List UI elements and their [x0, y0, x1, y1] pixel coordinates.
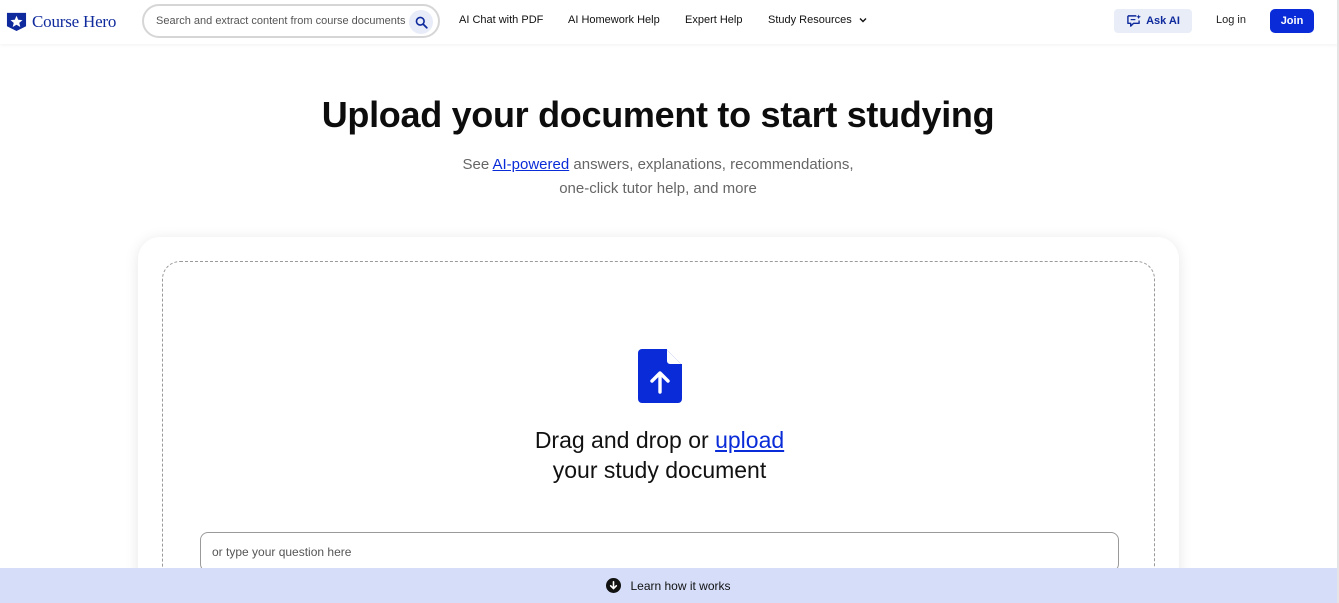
login-link[interactable]: Log in [1216, 14, 1246, 26]
logo-text: Course Hero [32, 11, 117, 31]
learn-how-it-works-bar[interactable]: Learn how it works [0, 568, 1337, 603]
ai-powered-link[interactable]: AI-powered [493, 156, 570, 173]
search-button[interactable] [409, 10, 433, 34]
drag-prefix: Drag and drop or [534, 427, 716, 453]
upload-dropzone[interactable]: Drag and drop or upload your study docum… [162, 261, 1155, 603]
ask-ai-label: Ask AI [1146, 15, 1180, 27]
subtitle-line2: one-click tutor help, and more [559, 180, 757, 197]
subtitle-prefix: See [462, 156, 493, 173]
document-upload-icon [638, 349, 682, 403]
nav-ai-chat-with-pdf[interactable]: AI Chat with PDF [459, 14, 543, 26]
subtitle-rest: answers, explanations, recommendations, [569, 156, 854, 173]
search-input[interactable] [156, 15, 406, 27]
star-icon [6, 12, 27, 32]
course-hero-logo[interactable]: Course Hero [6, 11, 116, 32]
nav-study-resources-label: Study Resources [768, 14, 852, 26]
upload-card: Drag and drop or upload your study docum… [138, 237, 1179, 603]
chevron-down-icon [859, 18, 867, 23]
ask-ai-button[interactable]: Ask AI [1114, 9, 1192, 33]
chat-sparkle-icon [1127, 14, 1142, 27]
learn-how-it-works-label: Learn how it works [630, 578, 731, 593]
nav-ai-homework-help[interactable]: AI Homework Help [568, 14, 660, 26]
search-icon [415, 16, 428, 29]
top-navigation: Course Hero AI Chat with PDF AI Homework… [0, 0, 1339, 44]
hero-subtitle: See AI-powered answers, explanations, re… [0, 153, 1316, 201]
drag-drop-text: Drag and drop or upload your study docum… [163, 425, 1156, 485]
arrow-down-circle-icon [606, 578, 622, 593]
join-button[interactable]: Join [1270, 9, 1314, 33]
nav-expert-help[interactable]: Expert Help [685, 14, 742, 26]
drag-line2: your study document [552, 457, 767, 483]
question-input[interactable] [200, 532, 1119, 572]
search-box [142, 4, 440, 38]
upload-link[interactable]: upload [715, 427, 784, 453]
page-title: Upload your document to start studying [321, 94, 995, 135]
nav-study-resources[interactable]: Study Resources [768, 14, 867, 26]
